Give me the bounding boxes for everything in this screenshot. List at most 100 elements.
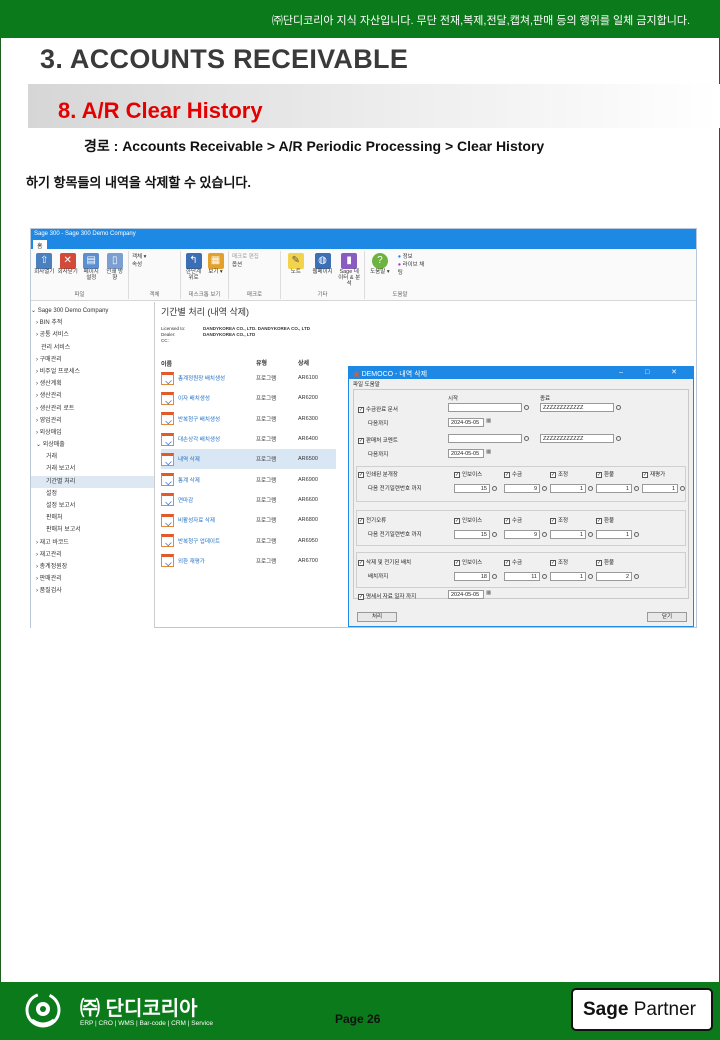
calendar-icon[interactable]: ▦	[486, 418, 491, 424]
finder-icon[interactable]	[634, 532, 639, 537]
finder-icon[interactable]	[524, 405, 529, 410]
sidebar-item[interactable]: › 재고 바코드	[31, 537, 154, 549]
table-row[interactable]: 내역 삭제 프로그램 AR6500	[161, 449, 336, 470]
sidebar-item[interactable]: 거래 보고서	[31, 463, 154, 475]
printed-check-4[interactable]: ✓ 재평가	[642, 470, 665, 478]
program-name[interactable]: 통계 삭제	[178, 476, 200, 484]
sidebar-item[interactable]: › 재고관리	[31, 549, 154, 561]
sidebar-item[interactable]: ⌄ 외상매출	[31, 439, 154, 451]
object-button[interactable]: 객체 ▾	[132, 253, 177, 261]
table-row[interactable]: 총계정원장 배치생성 프로그램 AR6100	[161, 368, 336, 388]
sidebar-item[interactable]: 기간별 처리	[31, 475, 154, 488]
sage-data-button[interactable]: ▮ Sage 데이터 & 분석	[337, 253, 361, 287]
printed-check-2[interactable]: ✓ 조정	[550, 470, 568, 478]
batches-check-0[interactable]: ✓ 인보이스	[454, 558, 482, 566]
printed-check-3[interactable]: ✓ 환불	[596, 470, 614, 478]
table-row[interactable]: 이자 배치생성 프로그램 AR6200	[161, 388, 336, 408]
view-button[interactable]: ▦ 보기 ▾	[206, 253, 225, 282]
table-row[interactable]: 반복청구 업데이트 프로그램 AR6950	[161, 530, 336, 550]
sidebar-item[interactable]: 판매처	[31, 512, 154, 524]
table-row[interactable]: 대손상각 배치생성 프로그램 AR6400	[161, 429, 336, 449]
batches-value-input-0[interactable]: 18	[454, 572, 490, 581]
window-controls[interactable]: – □ ✕	[619, 368, 687, 376]
finder-icon[interactable]	[542, 486, 547, 491]
posting-check-0[interactable]: ✓ 인보이스	[454, 516, 482, 524]
calendar-icon[interactable]: ▦	[486, 590, 491, 596]
macro-options-button[interactable]: 옵션	[232, 261, 277, 269]
up-level-button[interactable]: ↰ 한단계 위로	[184, 253, 203, 282]
program-name[interactable]: 연마감	[178, 496, 193, 504]
calendar-icon[interactable]: ▦	[486, 449, 491, 455]
paid-docs-date-input[interactable]: 2024-05-05	[448, 418, 484, 427]
posting-value-input-0[interactable]: 15	[454, 530, 490, 539]
info-button[interactable]: ● 정보	[398, 253, 429, 261]
posting-check-1[interactable]: ✓ 수금	[504, 516, 522, 524]
finder-icon[interactable]	[588, 532, 593, 537]
comments-to-input[interactable]: ZZZZZZZZZZZZ	[540, 434, 614, 443]
sidebar-item[interactable]: › 구매관리	[31, 354, 154, 366]
clear-posting-errors-checkbox[interactable]: ✓ 전기오류	[358, 516, 386, 524]
help-button[interactable]: ? 도움말 ▾	[368, 253, 392, 279]
sidebar-item[interactable]: 거래	[31, 451, 154, 463]
tab-home[interactable]: 홈	[33, 240, 47, 250]
printed-check-0[interactable]: ✓ 인보이스	[454, 470, 482, 478]
posting-value-input-3[interactable]: 1	[596, 530, 632, 539]
program-name[interactable]: 비활성자료 삭제	[178, 516, 215, 524]
sidebar-item[interactable]: 설정	[31, 488, 154, 500]
program-name[interactable]: 총계정원장 배치생성	[178, 374, 225, 382]
clear-paid-docs-checkbox[interactable]: ✓ 수금완료 문서	[358, 405, 398, 413]
webpage-button[interactable]: ◍ 웹페이지	[311, 253, 335, 287]
table-row[interactable]: 외환 재평가 프로그램 AR6700	[161, 551, 336, 571]
table-row[interactable]: 반복청구 배치생성 프로그램 AR6300	[161, 409, 336, 429]
finder-icon[interactable]	[634, 574, 639, 579]
sidebar-item[interactable]: › 외상매입	[31, 427, 154, 439]
paid-docs-to-input[interactable]: ZZZZZZZZZZZZ	[540, 403, 614, 412]
printed-value-input-0[interactable]: 15	[454, 484, 490, 493]
comments-from-input[interactable]	[448, 434, 522, 443]
finder-icon[interactable]	[492, 532, 497, 537]
sidebar-item[interactable]: › 품질검사	[31, 585, 154, 597]
posting-check-3[interactable]: ✓ 환불	[596, 516, 614, 524]
finder-icon[interactable]	[634, 486, 639, 491]
statements-date-input[interactable]: 2024-05-05	[448, 590, 484, 599]
sidebar-item[interactable]: 설정 보고서	[31, 500, 154, 512]
dialog-menu[interactable]: 파일 도움말	[349, 379, 693, 388]
program-name[interactable]: 내역 삭제	[178, 455, 200, 463]
finder-icon[interactable]	[616, 436, 621, 441]
batches-check-1[interactable]: ✓ 수금	[504, 558, 522, 566]
sidebar-item[interactable]: › BIN 추적	[31, 317, 154, 329]
program-name[interactable]: 이자 배치생성	[178, 394, 210, 402]
batches-check-2[interactable]: ✓ 조정	[550, 558, 568, 566]
printed-value-input-4[interactable]: 1	[642, 484, 678, 493]
close-button[interactable]: 닫기	[647, 612, 687, 622]
finder-icon[interactable]	[680, 486, 685, 491]
paid-docs-from-input[interactable]	[448, 403, 522, 412]
sidebar-item[interactable]: ⌄ Sage 300 Demo Company	[31, 305, 154, 317]
batches-value-input-1[interactable]: 11	[504, 572, 540, 581]
batches-value-input-3[interactable]: 2	[596, 572, 632, 581]
table-row[interactable]: 연마감 프로그램 AR6600	[161, 490, 336, 510]
program-name[interactable]: 대손상각 배치생성	[178, 435, 220, 443]
batches-value-input-2[interactable]: 1	[550, 572, 586, 581]
page-setup-button[interactable]: ▤ 페이지 설정	[81, 253, 102, 282]
batches-check-3[interactable]: ✓ 환불	[596, 558, 614, 566]
clear-batches-checkbox[interactable]: ✓ 삭제 및 전기된 배치	[358, 558, 411, 566]
open-company-button[interactable]: ⇧ 회사열기	[34, 253, 55, 282]
program-name[interactable]: 반복청구 업데이트	[178, 537, 220, 545]
sidebar-item[interactable]: › 공통 서비스	[31, 329, 154, 341]
finder-icon[interactable]	[542, 532, 547, 537]
printed-value-input-3[interactable]: 1	[596, 484, 632, 493]
live-chat-button[interactable]: ● 라이브 채팅	[398, 261, 429, 277]
process-button[interactable]: 처리	[357, 612, 397, 622]
comments-date-input[interactable]: 2024-05-05	[448, 449, 484, 458]
properties-button[interactable]: 속성	[132, 261, 177, 269]
printed-value-input-2[interactable]: 1	[550, 484, 586, 493]
posting-value-input-1[interactable]: 9	[504, 530, 540, 539]
finder-icon[interactable]	[542, 574, 547, 579]
close-company-button[interactable]: ✕ 회사닫기	[58, 253, 79, 282]
posting-value-input-2[interactable]: 1	[550, 530, 586, 539]
notes-button[interactable]: ✎ 노트	[284, 253, 308, 287]
sidebar-item[interactable]: › 판매관리	[31, 573, 154, 585]
sidebar-item[interactable]: › 생산관리	[31, 390, 154, 402]
sidebar-item[interactable]: 판매처 보고서	[31, 524, 154, 536]
